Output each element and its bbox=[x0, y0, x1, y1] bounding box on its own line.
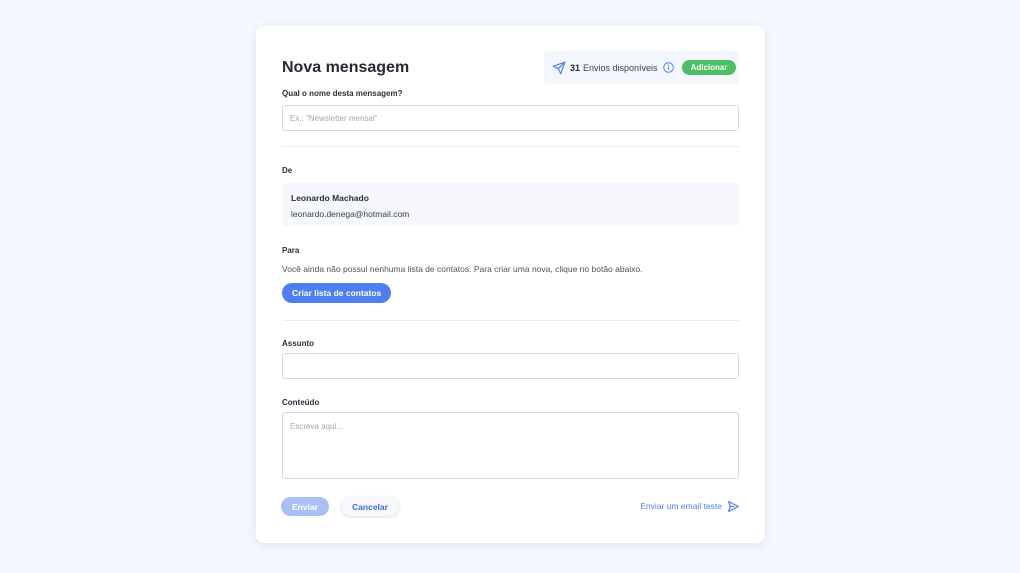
new-message-card: Nova mensagem 31 Envios disponíveis Adic… bbox=[256, 26, 765, 543]
divider bbox=[282, 146, 739, 147]
content-textarea[interactable]: Escreva aqui... bbox=[282, 412, 739, 479]
info-icon[interactable] bbox=[662, 62, 674, 73]
no-contacts-text: Você ainda não possui nenhuma lista de c… bbox=[282, 264, 643, 274]
divider bbox=[282, 320, 739, 321]
sends-label: Envios disponíveis bbox=[583, 62, 658, 73]
content-placeholder: Escreva aqui... bbox=[290, 422, 343, 431]
send-icon bbox=[727, 500, 740, 513]
message-name-input[interactable]: Ex.: "Newsletter mensal" bbox=[282, 105, 739, 131]
to-label: Para bbox=[282, 246, 300, 255]
subject-label: Assunto bbox=[282, 339, 314, 348]
page-title: Nova mensagem bbox=[282, 59, 410, 76]
message-name-label: Qual o nome desta mensagem? bbox=[282, 89, 403, 98]
subject-input[interactable] bbox=[282, 353, 739, 379]
create-contact-list-button[interactable]: Criar lista de contatos bbox=[282, 283, 392, 303]
message-name-placeholder: Ex.: "Newsletter mensal" bbox=[290, 113, 378, 123]
send-test-email-label: Enviar um email teste bbox=[640, 501, 722, 511]
sender-box: Leonardo Machado leonardo.denega@hotmail… bbox=[282, 183, 739, 226]
sender-name: Leonardo Machado bbox=[291, 193, 369, 203]
sender-email: leonardo.denega@hotmail.com bbox=[291, 209, 410, 219]
paper-plane-icon bbox=[552, 61, 566, 75]
from-label: De bbox=[282, 166, 293, 175]
send-test-email-link[interactable]: Enviar um email teste bbox=[640, 499, 740, 513]
available-sends-panel: 31 Envios disponíveis Adicionar bbox=[544, 51, 739, 84]
send-button[interactable]: Enviar bbox=[281, 497, 329, 516]
content-label: Conteúdo bbox=[282, 398, 320, 407]
add-sends-button[interactable]: Adicionar bbox=[681, 60, 737, 75]
sends-count: 31 bbox=[570, 62, 581, 73]
cancel-button[interactable]: Cancelar bbox=[341, 497, 399, 516]
